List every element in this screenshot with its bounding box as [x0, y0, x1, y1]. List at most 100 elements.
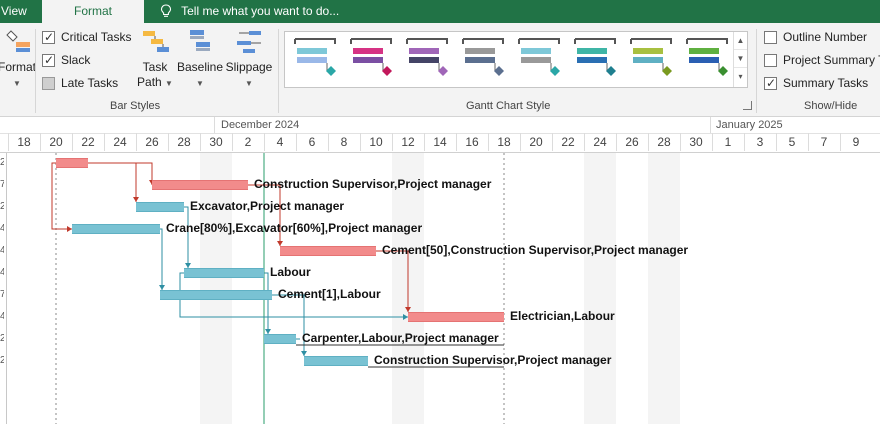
timescale-tick	[552, 133, 553, 151]
timescale-tick	[424, 133, 425, 151]
timescale-day: 3	[756, 135, 764, 149]
timescale-tick	[72, 133, 73, 151]
resource-label: Construction Supervisor,Project manager	[374, 353, 612, 367]
timescale-tick	[488, 133, 489, 151]
checkbox-box	[42, 77, 55, 90]
timescale-tick	[776, 133, 777, 151]
tab-view[interactable]: View	[0, 0, 42, 23]
gantt-style-option[interactable]	[291, 35, 339, 85]
timescale-day: 14	[433, 135, 447, 149]
timescale-tick	[296, 133, 297, 151]
timescale-day: 9	[852, 135, 860, 149]
gallery-scroll[interactable]: ▲ ▼ ▾	[733, 32, 747, 87]
gantt-style-icon	[574, 38, 616, 76]
month-divider	[710, 117, 711, 133]
timescale-tick	[520, 133, 521, 151]
dependency-link	[88, 162, 153, 185]
checkbox-box	[764, 54, 777, 67]
chevron-down-icon: ▼	[13, 79, 21, 88]
lightbulb-icon	[160, 4, 172, 17]
gantt-chart[interactable]: 2724447422 Construction Supervisor,Proje…	[0, 153, 880, 424]
ribbon: Format ▼ ✓ Critical Tasks ✓ Slack Late T…	[0, 23, 880, 117]
dependency-link	[184, 206, 189, 268]
timescale-tick	[744, 133, 745, 151]
critical-task-bar[interactable]	[152, 180, 248, 190]
gantt-style-option[interactable]	[571, 35, 619, 85]
resource-label: Construction Supervisor,Project manager	[254, 177, 492, 191]
show-hide-group-label: Show/Hide	[804, 100, 858, 112]
resource-label: Crane[80%],Excavator[60%],Project manage…	[166, 221, 423, 235]
task-bar[interactable]	[184, 268, 264, 278]
timescale-day: 24	[113, 135, 127, 149]
timescale-day: 7	[820, 135, 828, 149]
critical-task-bar[interactable]	[56, 158, 88, 168]
task-bar[interactable]	[160, 290, 272, 300]
format-button[interactable]: Format ▼	[0, 27, 38, 89]
month-divider	[214, 117, 215, 133]
resource-label: Carpenter,Labour,Project manager	[302, 331, 499, 345]
ribbon-tab-bar: View Format Tell me what you want to do.…	[0, 0, 880, 23]
dialog-launcher-icon[interactable]	[743, 101, 752, 110]
timescale-tick	[200, 133, 201, 151]
gantt-style-icon	[518, 38, 560, 76]
gantt-style-option[interactable]	[515, 35, 563, 85]
timescale-day: 8	[340, 135, 348, 149]
timescale-day: 16	[465, 135, 479, 149]
slippage-icon	[233, 27, 265, 57]
gantt-style-icon	[686, 38, 728, 76]
tab-format[interactable]: Format	[42, 0, 144, 23]
gallery-down-icon[interactable]: ▼	[734, 50, 747, 68]
timescale-day: 26	[625, 135, 639, 149]
timescale-tick	[360, 133, 361, 151]
resource-label: Labour	[270, 265, 311, 279]
gantt-style-option[interactable]	[683, 35, 731, 85]
timescale-day: 10	[369, 135, 383, 149]
dependency-link	[160, 228, 163, 290]
timescale-tick	[136, 133, 137, 151]
gantt-style-option[interactable]	[403, 35, 451, 85]
timescale-day: 20	[49, 135, 63, 149]
dependency-link	[51, 162, 72, 230]
timescale-day: 18	[17, 135, 31, 149]
timescale-tick	[680, 133, 681, 151]
gantt-style-option[interactable]	[627, 35, 675, 85]
tell-me-box[interactable]: Tell me what you want to do...	[160, 0, 339, 23]
gantt-style-option[interactable]	[459, 35, 507, 85]
task-bar[interactable]	[264, 334, 296, 344]
task-bar[interactable]	[72, 224, 160, 234]
timescale-day: 22	[561, 135, 575, 149]
resource-label: Electrician,Labour	[510, 309, 615, 323]
gallery-more-icon[interactable]: ▾	[734, 68, 747, 86]
timescale-day: 26	[145, 135, 159, 149]
timescale-tick	[616, 133, 617, 151]
timescale-day: 30	[209, 135, 223, 149]
slippage-button[interactable]: Slippage ▼	[224, 27, 274, 89]
separator	[756, 29, 757, 113]
format-button-label: Format	[0, 60, 36, 74]
dependency-link	[264, 272, 269, 334]
checkbox-box: ✓	[42, 53, 55, 67]
timescale-day: 6	[308, 135, 316, 149]
check-icon: ✓	[44, 30, 55, 44]
baseline-button[interactable]: Baseline ▼	[176, 27, 224, 89]
task-bar[interactable]	[136, 202, 184, 212]
gantt-style-option[interactable]	[347, 35, 395, 85]
gantt-style-icon	[462, 38, 504, 76]
task-bar[interactable]	[304, 356, 368, 366]
timescale-tick	[104, 133, 105, 151]
critical-task-bar[interactable]	[280, 246, 376, 256]
dependency-links	[51, 153, 505, 424]
critical-task-bar[interactable]	[408, 312, 504, 322]
timescale-tick	[328, 133, 329, 151]
gantt-style-icon	[630, 38, 672, 76]
timescale-day: 28	[177, 135, 191, 149]
task-path-button[interactable]: Task Path ▼	[136, 27, 174, 91]
timescale: December 2024 January 2025 18 20 22 24 26 28 3…	[0, 117, 880, 153]
tell-me-placeholder: Tell me what you want to do...	[181, 4, 340, 18]
dependency-link	[376, 250, 409, 312]
timescale-day: 18	[497, 135, 511, 149]
timescale-day: 28	[657, 135, 671, 149]
gantt-style-gallery[interactable]: ▲ ▼ ▾	[284, 31, 748, 88]
gallery-up-icon[interactable]: ▲	[734, 32, 747, 50]
timescale-day: 30	[689, 135, 703, 149]
